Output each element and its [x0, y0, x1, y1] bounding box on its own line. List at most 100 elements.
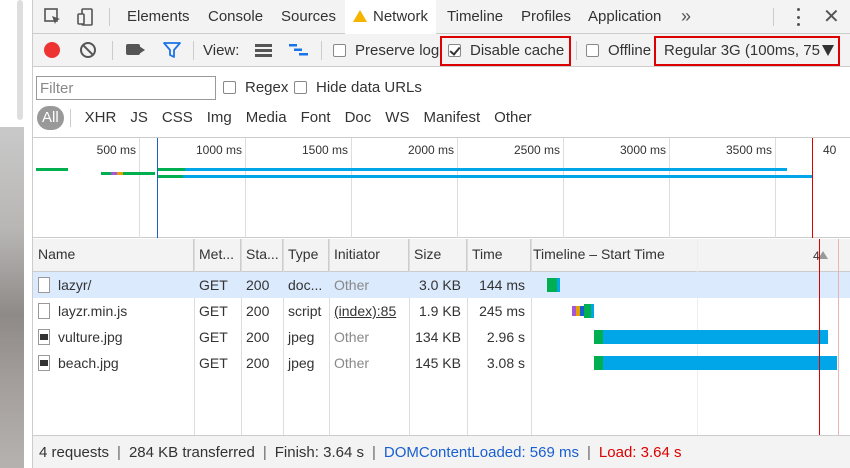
request-type: doc... [288, 277, 323, 293]
waterfall-finish-line [838, 239, 839, 435]
tabbar-divider [773, 8, 774, 26]
request-initiator-link[interactable]: (index):85 [329, 298, 409, 324]
filter-type-js[interactable]: JS [130, 106, 148, 130]
large-rows-icon[interactable] [255, 44, 272, 57]
dropdown-arrow-icon [822, 45, 834, 56]
document-icon [38, 303, 50, 319]
request-name: beach.jpg [33, 350, 194, 376]
tab-sources[interactable]: Sources [281, 0, 336, 34]
filter-type-doc[interactable]: Doc [345, 106, 372, 130]
waterfall-download-bar [603, 330, 828, 344]
clear-button[interactable] [80, 42, 96, 58]
filter-type-other[interactable]: Other [494, 106, 532, 130]
filter-type-css[interactable]: CSS [162, 106, 193, 130]
filter-icon[interactable] [163, 42, 181, 59]
column-header-size[interactable]: Size [409, 239, 467, 272]
request-type: jpeg [288, 329, 315, 345]
overview-icon[interactable] [289, 43, 309, 57]
column-header-status[interactable]: Sta... [241, 239, 283, 272]
capture-screenshots-icon[interactable] [126, 44, 140, 55]
filter-type-ws[interactable]: WS [385, 106, 409, 130]
tabbar-divider [109, 8, 110, 26]
page-background-image [0, 127, 24, 468]
tab-console[interactable]: Console [208, 0, 263, 34]
inspect-element-icon[interactable] [43, 7, 63, 27]
requests-count: 4 requests [39, 444, 110, 461]
request-name: lazyr/ [33, 272, 194, 298]
column-header-initiator[interactable]: Initiator [329, 239, 409, 272]
more-tabs-button[interactable]: » [681, 0, 691, 34]
finish-time: Finish: 3.64 s [274, 444, 364, 461]
warning-icon [353, 10, 367, 22]
overview-load-line [812, 138, 813, 238]
preserve-log-checkbox[interactable]: Preserve log [333, 34, 439, 67]
overview-request-bar [101, 172, 111, 175]
column-header-name[interactable]: Name [33, 239, 194, 272]
request-size: 145 KB [415, 355, 461, 371]
image-icon [38, 329, 50, 345]
device-toolbar-icon[interactable] [76, 7, 96, 27]
request-initiator: Other [334, 355, 370, 371]
column-header-time[interactable]: Time [467, 239, 531, 272]
filter-type-xhr[interactable]: XHR [85, 106, 117, 130]
checkbox-checked-icon[interactable] [448, 44, 461, 57]
column-header-type[interactable]: Type [283, 239, 329, 272]
summary-divider: | [262, 444, 267, 461]
overview-request-bar [185, 168, 787, 171]
overview-gridline [139, 138, 140, 238]
tab-network[interactable]: Network [345, 0, 437, 35]
tab-profiles[interactable]: Profiles [521, 0, 571, 34]
column-header-timeline[interactable]: Timeline – Start Time [531, 239, 850, 272]
tab-timeline[interactable]: Timeline [447, 0, 503, 34]
overview-request-bar [36, 168, 68, 171]
filter-type-media[interactable]: Media [246, 106, 287, 130]
waterfall-waiting-bar [594, 356, 603, 370]
record-button[interactable] [44, 42, 60, 58]
column-header-method[interactable]: Met... [194, 239, 241, 272]
overview-request-bar [157, 175, 183, 178]
network-overview[interactable]: 500 ms 1000 ms 1500 ms 2000 ms 2500 ms 3… [33, 138, 850, 238]
tab-application[interactable]: Application [588, 0, 661, 34]
filter-input[interactable] [36, 76, 216, 100]
table-row[interactable]: layzr.min.js GET 200 script (index):85 1… [33, 298, 850, 324]
more-options-icon[interactable] [795, 8, 801, 26]
filter-type-img[interactable]: Img [207, 106, 232, 130]
disable-cache-checkbox[interactable]: Disable cache [448, 34, 564, 67]
checkbox-icon[interactable] [333, 44, 346, 57]
requests-table-body: lazyr/ GET 200 doc... Other 3.0 KB 144 m… [33, 272, 850, 435]
filter-type-font[interactable]: Font [301, 106, 331, 130]
regex-checkbox[interactable]: Regex [223, 76, 288, 100]
close-icon[interactable]: ✕ [823, 5, 840, 29]
request-initiator: Other [334, 329, 370, 345]
overview-gridline [775, 138, 776, 238]
overview-gridline [351, 138, 352, 238]
request-name: vulture.jpg [33, 324, 194, 350]
request-status: 200 [246, 277, 270, 293]
checkbox-icon[interactable] [294, 81, 307, 94]
request-status: 200 [246, 329, 270, 345]
checkbox-icon[interactable] [223, 81, 236, 94]
page-scrollbar[interactable] [17, 0, 23, 120]
table-row[interactable]: lazyr/ GET 200 doc... Other 3.0 KB 144 m… [33, 272, 850, 298]
table-row[interactable]: vulture.jpg GET 200 jpeg Other 134 KB 2.… [33, 324, 850, 350]
overview-tick-label: 1500 ms [301, 143, 348, 157]
offline-checkbox[interactable]: Offline [586, 34, 651, 67]
request-time: 3.08 s [486, 355, 525, 371]
filter-type-manifest[interactable]: Manifest [423, 106, 480, 130]
request-initiator: Other [334, 277, 370, 293]
checkbox-icon[interactable] [586, 44, 599, 57]
toolbar-divider [576, 41, 577, 60]
hide-data-urls-checkbox[interactable]: Hide data URLs [294, 76, 422, 100]
summary-divider: | [587, 444, 591, 461]
requests-table-header: Name Met... Sta... Type Initiator Size T… [33, 239, 850, 272]
tab-elements[interactable]: Elements [127, 0, 190, 34]
overview-tick-label: 500 ms [96, 143, 136, 157]
overview-gridline [457, 138, 458, 238]
request-type: jpeg [288, 355, 315, 371]
table-row[interactable]: beach.jpg GET 200 jpeg Other 145 KB 3.08… [33, 350, 850, 376]
overview-request-bar [157, 168, 185, 171]
throttling-select[interactable]: Regular 3G (100ms, 75 [655, 34, 834, 67]
waterfall-waiting-bar [584, 304, 591, 318]
filter-type-all[interactable]: All [37, 106, 64, 130]
request-type: script [288, 303, 322, 319]
